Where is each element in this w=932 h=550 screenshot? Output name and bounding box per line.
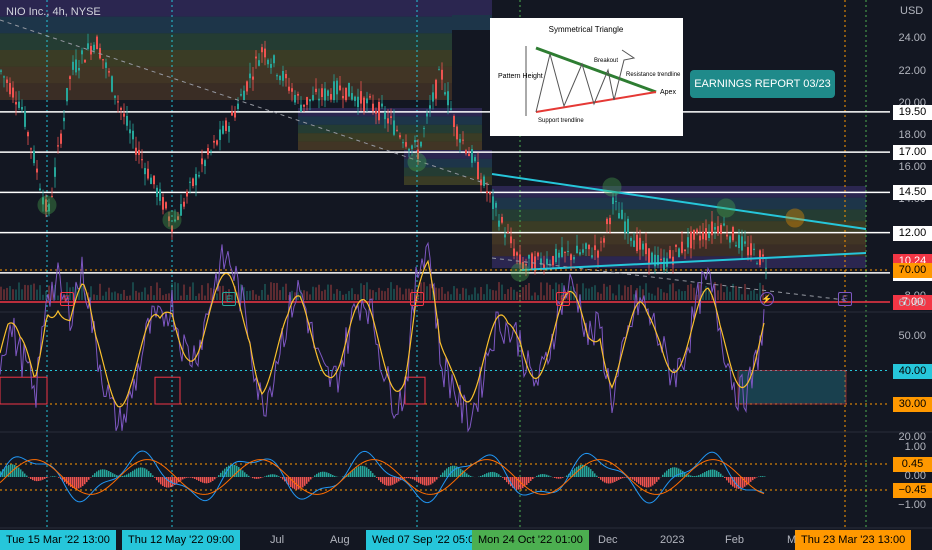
symmetrical-triangle-diagram: Symmetrical Triangle Pattern Height Brea… [490,18,683,136]
time-axis-label: 2023 [660,534,685,546]
pivot-circle[interactable] [716,198,736,218]
rsi-ma-line [0,259,765,408]
price-tag[interactable]: 14.50 [893,185,932,201]
price-band [492,232,866,245]
pattern-height-label: Pattern Height [498,73,543,80]
date-tag[interactable]: Thu 12 May '22 09:00 [122,530,241,550]
pivot-circle[interactable] [602,177,622,197]
rsi-tag[interactable]: 30.00 [893,397,932,412]
support-label: Support trendline [538,118,584,124]
price-axis-label: 22.00 [898,64,926,77]
time-axis-label: Aug [330,534,350,546]
time-axis-label: Jul [270,534,285,546]
price-band [0,50,452,67]
macd-axis-label: 0.00 [904,470,926,482]
price-band [452,15,492,30]
price-band [298,141,482,150]
macd-axis-label: −1.00 [898,499,926,511]
price-band [492,221,866,233]
rsi-zone [737,370,847,405]
rsi-line [0,241,765,433]
price-band [0,66,452,84]
price-axis-label: 24.00 [898,32,926,45]
date-tag[interactable]: Mon 24 Oct '22 01:00 [472,530,589,550]
dividend-event-marker[interactable]: ⚡ [760,292,774,306]
date-tag[interactable]: Thu 23 Mar '23 13:00 [795,530,912,550]
date-tag[interactable]: Tue 15 Mar '22 13:00 [0,530,116,550]
price-axis-label: 16.00 [898,161,926,174]
price-tag[interactable]: 17.00 [893,145,932,161]
pivot-circle[interactable] [162,210,182,230]
earnings-event-marker[interactable]: E [556,292,570,306]
earnings-event-marker[interactable]: E [410,292,424,306]
price-band [0,33,452,50]
price-axis-label: 18.00 [898,129,926,141]
volume [0,282,767,300]
time-axis-label: Dec [598,534,618,546]
pivot-circle[interactable] [785,208,805,228]
price-band [492,209,866,222]
price-tag[interactable]: 12.00 [893,225,932,241]
earnings-event-marker[interactable]: E [60,292,74,306]
date-tag[interactable]: Wed 07 Sep '22 05:00 [366,530,487,550]
time-axis-label: Feb [725,534,744,546]
macd-axis-label: 1.00 [904,441,926,453]
earnings-event-marker[interactable]: E [838,292,852,306]
resistance-label: Resistance trendline [626,72,681,78]
earnings-event-marker[interactable]: E [222,292,236,306]
rsi-axis-label: 50.00 [898,330,926,342]
triangle-title: Symmetrical Triangle [549,25,624,34]
rsi-tag[interactable]: 70.00 [893,263,932,278]
time-axis-label: M [787,534,797,546]
currency-label: USD [900,5,924,17]
price-tag[interactable]: 19.50 [893,104,932,120]
rsi-axis-label: 60.00 [898,296,926,309]
pivot-circle[interactable] [510,262,530,282]
symbol-title[interactable]: NIO Inc., 4h, NYSE [6,6,101,18]
apex-label: Apex [660,89,676,96]
price-band [452,0,492,15]
pivot-circle[interactable] [37,195,57,215]
price-band [0,16,452,34]
breakout-label: Breakout [594,58,618,64]
rsi-tag[interactable]: 40.00 [893,363,932,379]
earnings-callout[interactable]: EARNINGS REPORT 03/23 [690,70,835,98]
macd-tag[interactable]: −0.45 [893,483,932,499]
pivot-circle[interactable] [407,152,427,172]
price-band [492,197,866,210]
